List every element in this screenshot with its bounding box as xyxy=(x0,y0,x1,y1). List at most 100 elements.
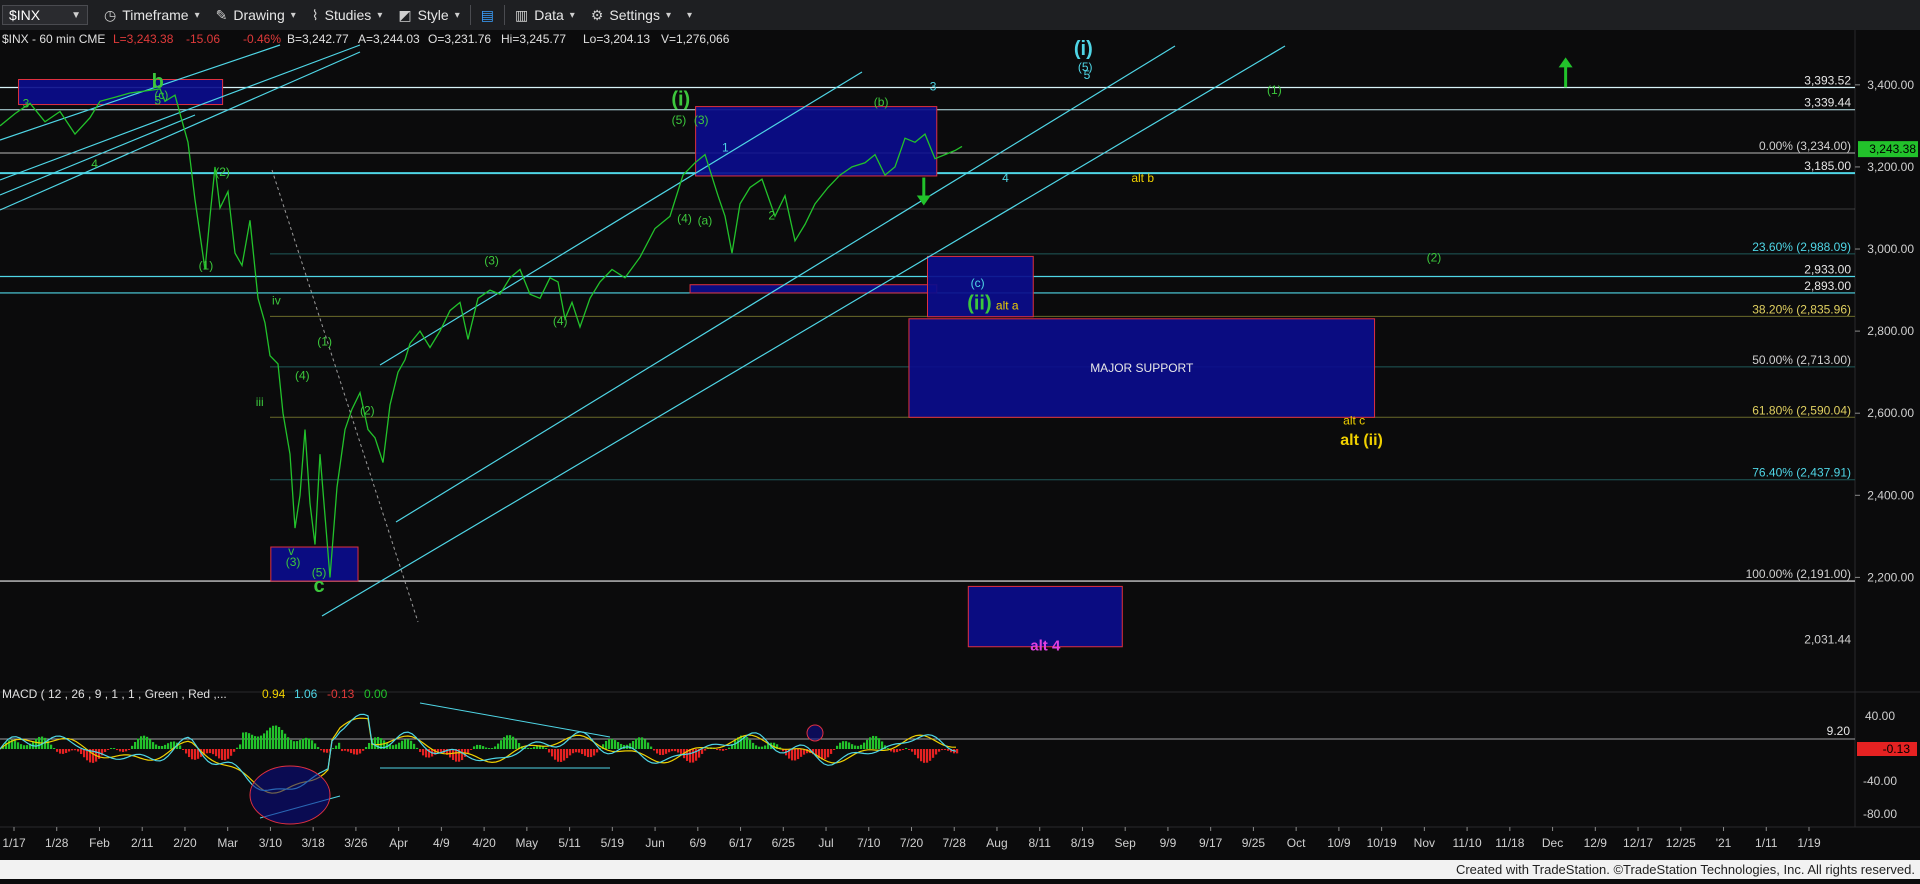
y-tick-label: 3,400.00 xyxy=(1867,78,1914,92)
timeframe-button[interactable]: ◷ Timeframe ▾ xyxy=(96,0,208,30)
macd-bar xyxy=(332,748,335,749)
box-label: alt 4 xyxy=(1030,637,1061,654)
macd-axis-label: -40.00 xyxy=(1863,774,1897,788)
macd-divergence-circle xyxy=(806,724,824,742)
macd-bar xyxy=(80,749,83,755)
studies-button[interactable]: ⌇ Studies ▾ xyxy=(304,0,391,30)
macd-bar xyxy=(230,749,233,756)
x-tick-label: Jul xyxy=(818,836,833,850)
macd-bar xyxy=(548,749,551,753)
x-tick-label: 3/26 xyxy=(344,836,368,850)
macd-bar xyxy=(569,749,572,756)
macd-bar xyxy=(929,749,932,761)
wave-label: iii xyxy=(256,395,264,409)
level-label: 100.00% (2,191.00) xyxy=(1746,567,1851,581)
macd-bar xyxy=(764,745,767,749)
wave-label: (1) xyxy=(199,259,214,273)
macd-level-label: 9.20 xyxy=(1827,724,1851,738)
macd-bar xyxy=(260,735,263,749)
chart-area[interactable]: 3,393.52 3,339.44 0.00% (3,234.00) 3,185.00… xyxy=(0,30,1920,879)
x-tick-label: 5/11 xyxy=(558,836,581,850)
macd-bar xyxy=(302,738,305,749)
data-button[interactable]: ▥ Data ▾ xyxy=(507,0,583,30)
macd-bar xyxy=(800,749,803,757)
x-tick-label: May xyxy=(516,836,539,850)
macd-bar xyxy=(305,737,308,749)
wave-label: 4 xyxy=(91,157,98,171)
macd-bar xyxy=(509,735,512,749)
macd-bar xyxy=(851,744,854,749)
macd-title: MACD ( 12 , 26 , 9 , 1 , 1 , Green , Red… xyxy=(2,687,227,701)
box-label: MAJOR SUPPORT xyxy=(1090,361,1194,375)
wave-label: alt a xyxy=(996,298,1019,312)
x-tick-label: 7/10 xyxy=(857,836,881,850)
wave-label: (c) xyxy=(971,276,985,290)
macd-bar xyxy=(635,738,638,749)
layout-button[interactable]: ▤ xyxy=(473,0,502,30)
macd-bar xyxy=(320,749,323,751)
x-tick-label: 4/20 xyxy=(472,836,496,850)
macd-bar xyxy=(644,739,647,749)
x-tick-label: Nov xyxy=(1414,836,1435,850)
macd-bar xyxy=(479,744,482,749)
macd-bar xyxy=(638,737,641,749)
style-label: Style xyxy=(417,7,449,23)
x-tick-label: 1/11 xyxy=(1755,836,1778,850)
settings-button[interactable]: ⚙ Settings ▾ xyxy=(583,0,679,30)
macd-bar xyxy=(407,739,410,749)
macd-divergence-ellipse xyxy=(249,765,331,825)
macd-bar xyxy=(857,745,860,749)
macd-bar xyxy=(902,749,905,750)
macd-bar xyxy=(572,749,575,754)
x-tick-label: 9/9 xyxy=(1160,836,1177,850)
chevron-down-icon: ▾ xyxy=(687,9,693,21)
macd-bar xyxy=(347,749,350,752)
macd-bar xyxy=(611,738,614,749)
macd-bar xyxy=(926,749,929,763)
macd-bar xyxy=(794,749,797,761)
macd-bar xyxy=(59,749,62,754)
quote-pct: -0.46% xyxy=(243,32,281,46)
macd-bar xyxy=(473,746,476,749)
macd-bar xyxy=(848,742,851,749)
macd-bar xyxy=(359,749,362,754)
macd-bar xyxy=(551,749,554,757)
x-tick-label: Feb xyxy=(89,836,110,850)
macd-bar xyxy=(875,736,878,749)
level-label: 3,339.44 xyxy=(1804,96,1851,110)
wave-label: 1 xyxy=(722,141,729,155)
macd-bar xyxy=(923,749,926,763)
macd-bar xyxy=(668,749,671,753)
macd-bar xyxy=(908,749,911,750)
macd-bar xyxy=(575,749,578,753)
macd-bar xyxy=(836,745,839,749)
macd-bar xyxy=(317,747,320,749)
macd-bar xyxy=(413,743,416,749)
level-label: 2,933.00 xyxy=(1804,263,1851,277)
macd-bar xyxy=(281,729,284,749)
drawing-button[interactable]: ✎ Drawing ▾ xyxy=(208,0,304,30)
info-symbol: $INX - 60 min CME xyxy=(2,32,105,46)
macd-bar xyxy=(704,749,707,751)
macd-bar xyxy=(290,739,293,749)
macd-bar xyxy=(725,749,728,750)
symbol-selector[interactable]: $INX ▼ xyxy=(2,5,88,25)
more-button[interactable]: ▾ xyxy=(679,0,700,30)
macd-bar xyxy=(587,749,590,758)
level-label: 50.00% (2,713.00) xyxy=(1752,353,1851,367)
macd-bar xyxy=(239,744,242,749)
level-label: 61.80% (2,590.04) xyxy=(1752,403,1851,417)
level-label: 2,031.44 xyxy=(1804,633,1851,647)
level-label: 23.60% (2,988.09) xyxy=(1752,240,1851,254)
wave-label: (3) xyxy=(484,254,499,268)
level-label: 3,185.00 xyxy=(1804,159,1851,173)
chevron-down-icon: ▾ xyxy=(377,9,383,21)
chart-svg[interactable]: 3,393.52 3,339.44 0.00% (3,234.00) 3,185.00… xyxy=(0,30,1920,879)
macd-bar xyxy=(641,737,644,749)
style-button[interactable]: ◩ Style ▾ xyxy=(390,0,467,30)
macd-bar xyxy=(293,741,296,749)
macd-bar xyxy=(614,740,617,749)
x-tick-label: 6/9 xyxy=(689,836,706,850)
macd-bar xyxy=(233,749,236,752)
macd-bar xyxy=(254,736,257,749)
